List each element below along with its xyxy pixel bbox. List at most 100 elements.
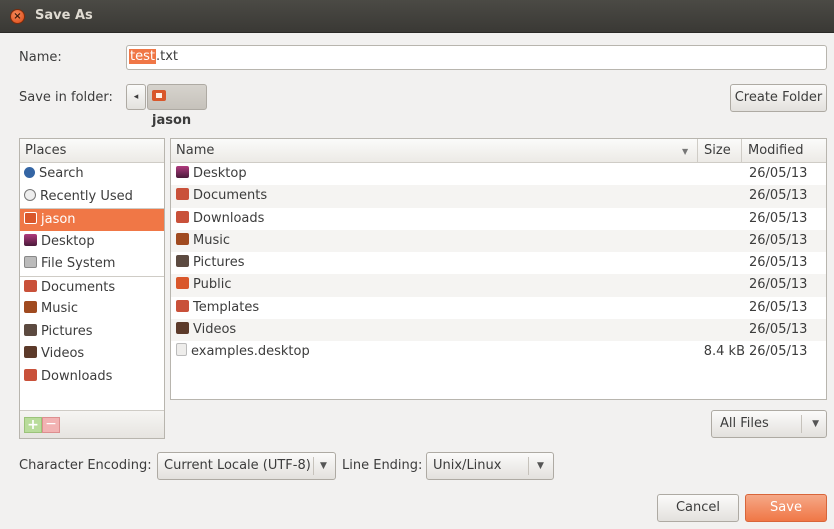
videos-folder-icon bbox=[176, 322, 189, 335]
column-divider bbox=[697, 139, 698, 163]
cancel-button[interactable]: Cancel bbox=[657, 494, 739, 522]
name-selected-text: test bbox=[129, 49, 156, 64]
create-folder-button[interactable]: Create Folder bbox=[730, 84, 827, 112]
file-icon bbox=[176, 343, 187, 357]
file-modified: 26/05/13 bbox=[749, 344, 808, 360]
character-encoding-label: Character Encoding: bbox=[19, 458, 152, 473]
sidebar-item-desktop[interactable]: Desktop bbox=[20, 231, 164, 254]
drive-icon bbox=[24, 256, 37, 268]
character-encoding-value: Current Locale (UTF-8) bbox=[164, 458, 311, 473]
file-modified: 26/05/13 bbox=[749, 210, 808, 226]
sidebar-item-label: jason bbox=[41, 212, 76, 227]
public-folder-icon bbox=[176, 277, 189, 290]
remove-bookmark-button[interactable]: − bbox=[42, 417, 60, 433]
sidebar-item-label: Videos bbox=[41, 346, 85, 361]
title-bar: × Save As bbox=[0, 0, 834, 33]
close-icon: × bbox=[13, 11, 22, 22]
file-row[interactable]: Templates 26/05/13 bbox=[171, 297, 826, 319]
file-modified: 26/05/13 bbox=[749, 255, 808, 271]
places-pane: Places Search Recently Used jason Deskto… bbox=[19, 138, 165, 439]
sidebar-item-label: Recently Used bbox=[40, 188, 133, 204]
file-name: Downloads bbox=[193, 210, 265, 226]
downloads-folder-icon bbox=[24, 368, 37, 381]
places-header: Places bbox=[20, 139, 164, 163]
sidebar-item-label: File System bbox=[41, 256, 116, 271]
file-row[interactable]: Videos 26/05/13 bbox=[171, 319, 826, 342]
sort-descending-icon: ▼ bbox=[682, 147, 689, 156]
plus-icon: + bbox=[27, 417, 39, 433]
file-row[interactable]: Desktop 26/05/13 bbox=[171, 163, 826, 185]
chevron-down-icon: ▼ bbox=[812, 419, 819, 429]
home-folder-icon bbox=[24, 212, 37, 224]
minus-icon: − bbox=[45, 416, 57, 432]
file-list-pane: Name ▼ Size Modified Desktop 26/05/13 Do… bbox=[170, 138, 827, 400]
column-header-name[interactable]: Name bbox=[176, 143, 214, 158]
file-name: Documents bbox=[193, 188, 268, 204]
file-modified: 26/05/13 bbox=[749, 232, 808, 248]
sidebar-item-search[interactable]: Search bbox=[20, 163, 164, 186]
documents-folder-icon bbox=[24, 279, 37, 292]
file-modified: 26/05/13 bbox=[749, 166, 808, 181]
file-list-header: Name ▼ Size Modified bbox=[171, 139, 826, 163]
sidebar-item-downloads[interactable]: Downloads bbox=[20, 366, 164, 389]
line-ending-select[interactable]: Unix/Linux ▼ bbox=[426, 452, 554, 480]
column-divider bbox=[741, 139, 742, 163]
sidebar-item-music[interactable]: Music bbox=[20, 298, 164, 321]
window-title: Save As bbox=[35, 8, 93, 23]
desktop-icon bbox=[176, 166, 189, 178]
save-in-folder-label: Save in folder: bbox=[19, 90, 113, 105]
file-name: Desktop bbox=[193, 166, 247, 181]
sidebar-item-documents[interactable]: Documents bbox=[20, 275, 164, 299]
desktop-icon bbox=[24, 233, 37, 246]
sidebar-item-label: Documents bbox=[41, 279, 116, 295]
sidebar-item-videos[interactable]: Videos bbox=[20, 343, 164, 366]
videos-folder-icon bbox=[24, 346, 37, 358]
chevron-down-icon: ▼ bbox=[320, 461, 327, 471]
column-header-size[interactable]: Size bbox=[704, 143, 731, 158]
file-filter-select[interactable]: All Files ▼ bbox=[711, 410, 827, 438]
file-row[interactable]: Documents 26/05/13 bbox=[171, 185, 826, 208]
sidebar-item-file-system[interactable]: File System bbox=[20, 253, 164, 276]
name-rest-text: .txt bbox=[155, 49, 178, 64]
name-field[interactable]: test.txt bbox=[126, 45, 827, 70]
sidebar-item-jason[interactable]: jason bbox=[20, 208, 164, 231]
music-folder-icon bbox=[24, 301, 37, 313]
file-modified: 26/05/13 bbox=[749, 188, 808, 204]
file-modified: 26/05/13 bbox=[749, 322, 808, 338]
file-name: Pictures bbox=[193, 255, 245, 271]
sidebar-item-label: Desktop bbox=[41, 233, 95, 249]
breadcrumb-back-button[interactable]: ◂ bbox=[126, 84, 146, 110]
sidebar-item-pictures[interactable]: Pictures bbox=[20, 321, 164, 344]
file-name: Templates bbox=[193, 299, 260, 315]
file-modified: 26/05/13 bbox=[749, 299, 808, 315]
sidebar-item-recently-used[interactable]: Recently Used bbox=[20, 186, 164, 209]
add-bookmark-button[interactable]: + bbox=[24, 417, 42, 433]
templates-folder-icon bbox=[176, 299, 189, 312]
clock-icon bbox=[24, 188, 36, 201]
character-encoding-select[interactable]: Current Locale (UTF-8) ▼ bbox=[157, 452, 336, 480]
file-size: 8.4 kB bbox=[703, 344, 745, 360]
file-row[interactable]: examples.desktop 8.4 kB 26/05/13 bbox=[171, 341, 826, 363]
documents-folder-icon bbox=[176, 188, 189, 201]
file-name: Music bbox=[193, 232, 230, 248]
file-rows: Desktop 26/05/13 Documents 26/05/13 Down… bbox=[171, 163, 826, 364]
file-row[interactable]: Downloads 26/05/13 bbox=[171, 208, 826, 230]
save-button[interactable]: Save bbox=[745, 494, 827, 522]
line-ending-label: Line Ending: bbox=[342, 458, 423, 473]
file-name: Public bbox=[193, 277, 232, 293]
music-folder-icon bbox=[176, 232, 189, 245]
file-row[interactable]: Public 26/05/13 bbox=[171, 274, 826, 297]
file-row[interactable]: Music 26/05/13 bbox=[171, 229, 826, 253]
places-list: Search Recently Used jason Desktop File … bbox=[20, 163, 164, 388]
file-name: examples.desktop bbox=[191, 344, 310, 360]
sidebar-item-label: Music bbox=[41, 301, 78, 316]
breadcrumb-jason-button[interactable]: jason bbox=[147, 84, 207, 128]
name-label: Name: bbox=[19, 50, 62, 65]
column-header-modified[interactable]: Modified bbox=[748, 143, 803, 158]
search-icon bbox=[24, 167, 35, 178]
file-row[interactable]: Pictures 26/05/13 bbox=[171, 252, 826, 274]
close-button[interactable]: × bbox=[10, 9, 25, 24]
pictures-folder-icon bbox=[24, 323, 37, 336]
places-toolbar: + − bbox=[20, 410, 164, 438]
select-divider bbox=[528, 457, 529, 475]
